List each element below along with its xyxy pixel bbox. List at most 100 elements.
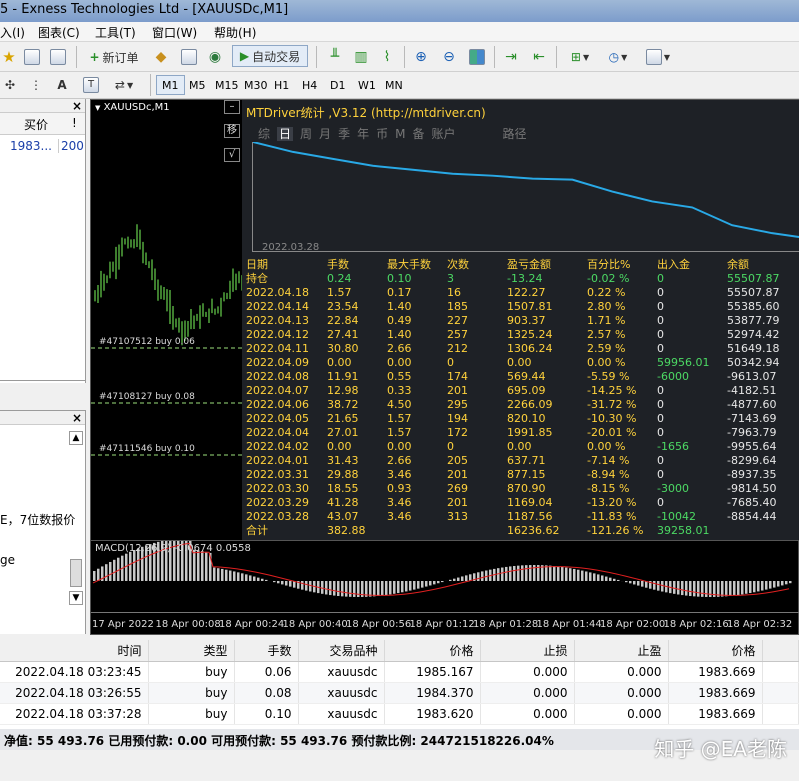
col-bid[interactable]: 买价: [24, 116, 48, 133]
crosshair-icon[interactable]: ✣: [0, 74, 20, 96]
trade-column-header[interactable]: 时间: [0, 640, 149, 662]
templates-dropdown-icon[interactable]: ▼: [640, 46, 676, 68]
trade-column-header[interactable]: 价格: [384, 640, 481, 662]
col-extra[interactable]: !: [72, 116, 77, 130]
tf-m1[interactable]: M1: [156, 75, 185, 95]
chart-shift-icon[interactable]: ⇤: [528, 46, 550, 68]
time-tick-label: 18 Apr 02:16: [663, 619, 729, 630]
mtdriver-tab[interactable]: 年: [357, 127, 369, 141]
tf-m5[interactable]: M5: [183, 75, 212, 95]
stats-cell: 43.07: [327, 510, 359, 523]
stats-cell: 212: [447, 342, 468, 355]
periods-dropdown-icon[interactable]: ◷ ▼: [602, 46, 634, 68]
order-line-label[interactable]: #47108127 buy 0.08: [99, 392, 195, 402]
globe-icon[interactable]: ◉: [204, 46, 226, 68]
zoom-in-icon[interactable]: ⊕: [410, 46, 432, 68]
chart-window[interactable]: ▼ XAUUSDc,M1 #47107512 buy 0.06 #4710812…: [90, 99, 799, 635]
candle-chart-icon[interactable]: ▥: [350, 46, 372, 68]
autoscroll-icon[interactable]: ⇥: [500, 46, 522, 68]
stats-row: 2022.04.02 0.00 0.00 0 0.00 0.00 % -1656 -9955.…: [246, 440, 799, 454]
stats-cell: 30.80: [327, 342, 359, 355]
mtdriver-tab[interactable]: 路径: [503, 127, 527, 141]
indicators-dropdown-icon[interactable]: ⊞ ▼: [564, 46, 596, 68]
trade-row[interactable]: 2022.04.18 03:26:55 buy 0.08 xauusdc 1984.37…: [0, 682, 799, 704]
mtdriver-tab[interactable]: 账户: [431, 127, 455, 141]
stats-cell: 2022.04.09: [246, 356, 309, 369]
macd-bar: [309, 581, 312, 592]
macd-bar: [617, 579, 620, 581]
menu-help[interactable]: 帮助(H): [214, 24, 256, 41]
trade-row[interactable]: 2022.04.18 03:23:45 buy 0.06 xauusdc 1985.16…: [0, 661, 799, 683]
terminal-icon[interactable]: [48, 46, 68, 68]
market-watch-row[interactable]: 1983... 200: [0, 135, 85, 157]
tile-windows-icon[interactable]: [466, 46, 488, 68]
order-line-label[interactable]: #47111546 buy 0.10: [99, 444, 195, 454]
menu-window[interactable]: 窗口(W): [152, 24, 197, 41]
scrollbar-thumb[interactable]: [70, 559, 82, 587]
close-icon[interactable]: ×: [72, 99, 82, 113]
trade-row[interactable]: 2022.04.18 03:37:28 buy 0.10 xauusdc 1983.62…: [0, 703, 799, 725]
tf-h1[interactable]: H1: [268, 75, 295, 95]
confirm-button[interactable]: √: [224, 148, 240, 162]
stats-cell: 55385.60: [727, 300, 780, 313]
mtdriver-tab[interactable]: 季: [338, 127, 350, 141]
bar-chart-icon[interactable]: ╨: [324, 46, 346, 68]
stats-cell: 2022.04.06: [246, 398, 309, 411]
arrows-dropdown-icon[interactable]: ⇄ ▼: [108, 74, 140, 96]
line-chart-icon[interactable]: ⌇: [376, 46, 398, 68]
menu-tools[interactable]: 工具(T): [95, 24, 136, 41]
price-chart[interactable]: [91, 100, 243, 540]
expert-icon[interactable]: ◆: [150, 46, 172, 68]
menu-charts[interactable]: 图表(C): [38, 24, 80, 41]
auto-trading-button[interactable]: ▶ 自动交易: [232, 45, 308, 67]
tf-h4[interactable]: H4: [296, 75, 323, 95]
stats-cell: -13.20 %: [587, 496, 637, 509]
navigator-icon[interactable]: [22, 46, 42, 68]
trade-column-header[interactable]: 止盈: [574, 640, 669, 662]
trade-column-header[interactable]: 类型: [148, 640, 235, 662]
trade-column-header[interactable]: 止损: [480, 640, 575, 662]
row-spread: 200: [58, 139, 84, 153]
trade-column-filler: [762, 640, 799, 662]
trade-column-header[interactable]: 手数: [234, 640, 299, 662]
text-label-icon[interactable]: T: [80, 74, 102, 96]
close-icon[interactable]: ×: [72, 411, 82, 425]
new-order-button[interactable]: + 新订单: [84, 46, 144, 68]
move-button[interactable]: 移: [224, 124, 240, 138]
star-icon[interactable]: ★: [0, 46, 18, 68]
trade-column-header[interactable]: 交易品种: [298, 640, 385, 662]
menu-insert[interactable]: 入(I): [0, 24, 25, 41]
stats-cell: 0: [657, 384, 664, 397]
macd-bar: [693, 581, 696, 597]
mtdriver-tab[interactable]: M: [395, 127, 405, 141]
mtdriver-tab[interactable]: 日: [277, 127, 294, 141]
history-icon[interactable]: [178, 46, 200, 68]
toolbar-separator: [494, 46, 495, 68]
trade-cell: buy: [148, 703, 235, 725]
tf-w1[interactable]: W1: [352, 75, 382, 95]
tf-d1[interactable]: D1: [324, 75, 351, 95]
minimize-button[interactable]: –: [224, 100, 240, 114]
macd-bar: [549, 565, 552, 581]
grid-icon[interactable]: ⋮: [26, 74, 46, 96]
zoom-out-icon[interactable]: ⊖: [438, 46, 460, 68]
mtdriver-tab[interactable]: 月: [319, 127, 331, 141]
mtdriver-tab[interactable]: 综: [258, 127, 270, 141]
stats-cell: 2.80 %: [587, 300, 626, 313]
tf-mn[interactable]: MN: [379, 75, 409, 95]
stats-cell: 18.55: [327, 482, 359, 495]
mtdriver-tab[interactable]: 币: [376, 127, 388, 141]
trade-column-header[interactable]: 价格: [668, 640, 763, 662]
stats-cell: 0.00: [507, 440, 532, 453]
stats-cell: 227: [447, 314, 468, 327]
stats-row: 2022.04.13 22.84 0.49 227 903.37 1.71 % 0 53877…: [246, 314, 799, 328]
text-icon[interactable]: A: [52, 74, 72, 96]
order-line-label[interactable]: #47107512 buy 0.06: [99, 337, 195, 347]
balance-graph: [252, 142, 799, 252]
scroll-up-icon[interactable]: ▲: [69, 431, 83, 445]
macd-bar: [525, 565, 528, 581]
mtdriver-tab[interactable]: 周: [300, 127, 312, 141]
scroll-down-icon[interactable]: ▼: [69, 591, 83, 605]
mtdriver-tab[interactable]: 备: [412, 127, 424, 141]
stats-cell: 0: [657, 314, 664, 327]
